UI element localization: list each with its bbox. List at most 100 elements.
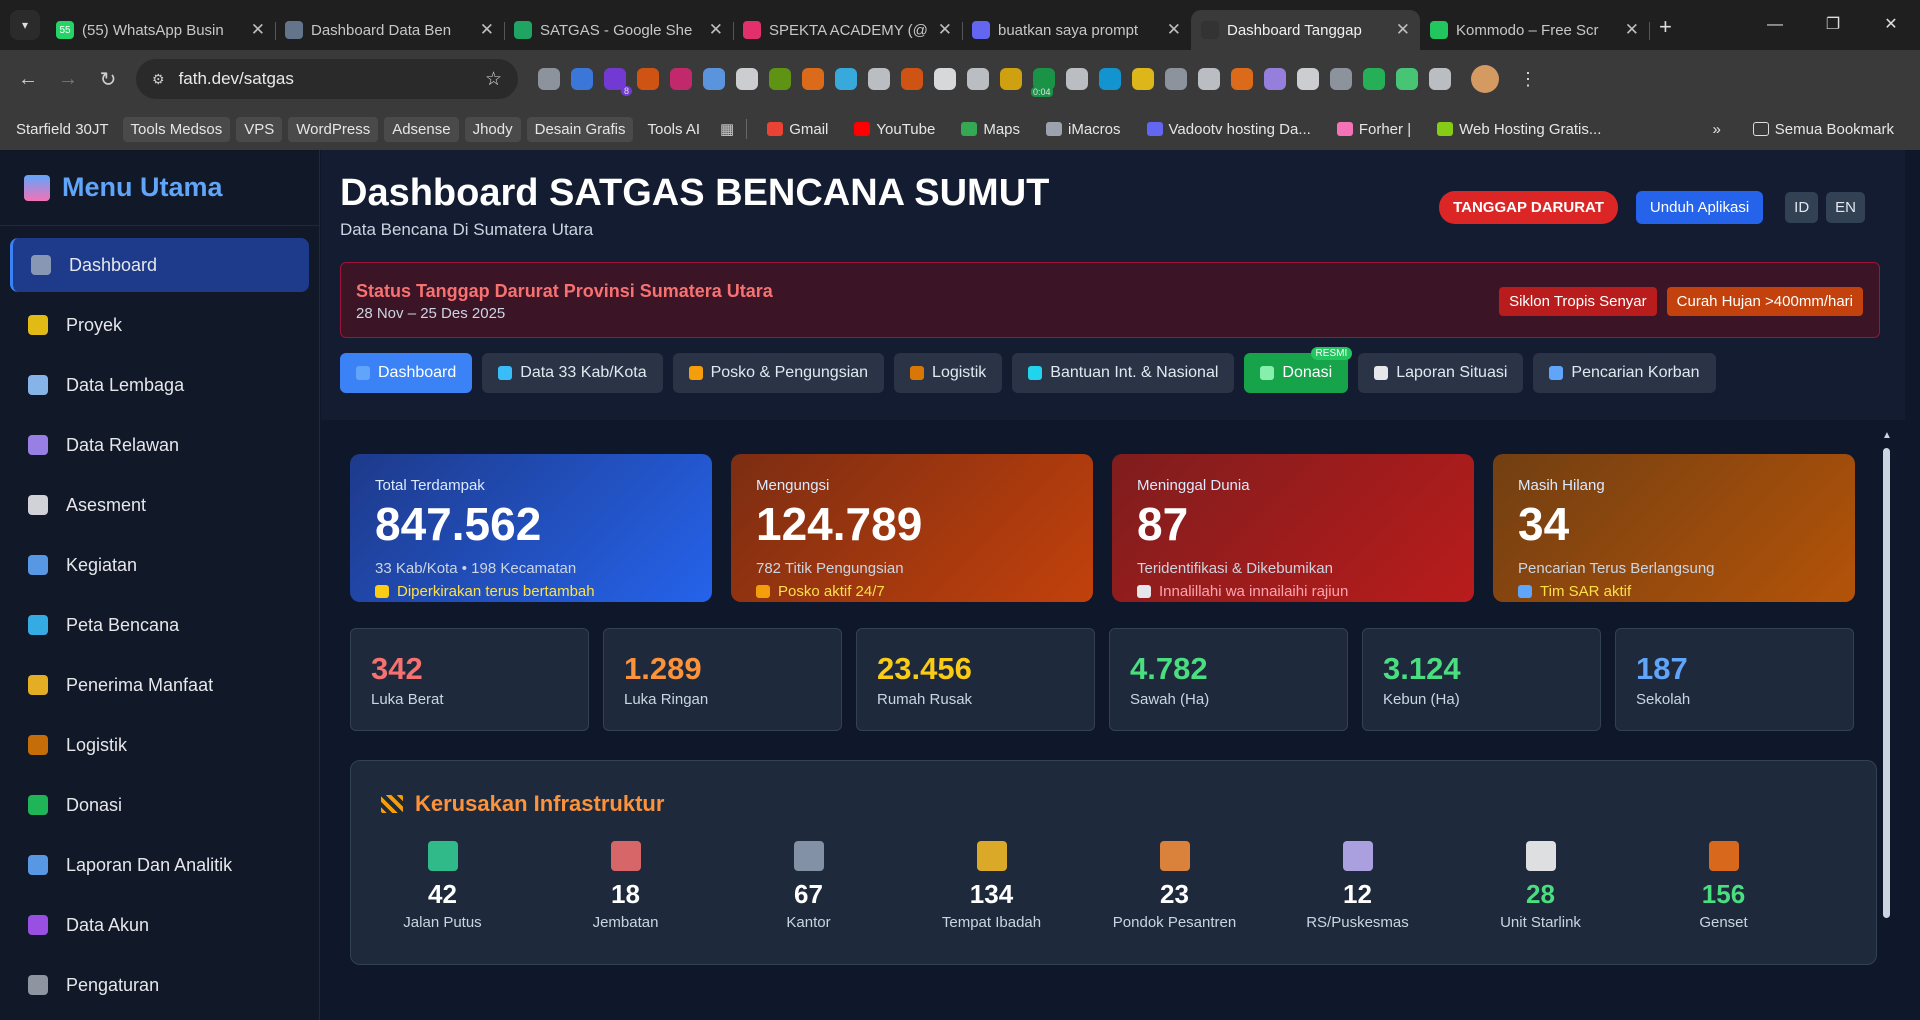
tab-pencarian-korban[interactable]: Pencarian Korban [1533, 353, 1716, 393]
browser-tab[interactable]: buatkan saya prompt ✕ [962, 10, 1191, 50]
tab-close-icon[interactable]: ✕ [938, 20, 952, 40]
sidebar-item-kegiatan[interactable]: Kegiatan [10, 538, 309, 592]
scroll-up-icon[interactable]: ▲ [1882, 430, 1892, 441]
sidebar-item-data-akun[interactable]: Data Akun [10, 898, 309, 952]
browser-tab[interactable]: SPEKTA ACADEMY (@ ✕ [733, 10, 963, 50]
extension-icon[interactable] [769, 68, 791, 90]
bookmark-link[interactable]: Gmail [759, 117, 836, 142]
bookmark-item[interactable]: VPS [236, 116, 283, 142]
emergency-button[interactable]: TANGGAP DARURAT [1439, 191, 1618, 224]
extension-icon[interactable] [1099, 68, 1121, 90]
bookmark-item[interactable]: Starfield 30JT [8, 117, 117, 142]
sidebar-item-donasi[interactable]: Donasi [10, 778, 309, 832]
bookmark-item[interactable]: Tools AI [639, 117, 708, 142]
extension-icon[interactable] [1330, 68, 1352, 90]
sidebar-item-logistik[interactable]: Logistik [10, 718, 309, 772]
extension-icon[interactable] [1264, 68, 1286, 90]
sidebar-item-penerima-manfaat[interactable]: Penerima Manfaat [10, 658, 309, 712]
reload-icon[interactable]: ↻ [88, 67, 128, 92]
bookmark-link[interactable]: Maps [953, 117, 1028, 142]
minimize-icon[interactable]: — [1746, 0, 1804, 50]
extension-icon[interactable] [835, 68, 857, 90]
browser-tab[interactable]: Dashboard Data Ben ✕ [275, 10, 505, 50]
extension-icon[interactable]: 8 [604, 68, 632, 96]
extension-icon[interactable] [802, 68, 824, 90]
sidebar-item-data-lembaga[interactable]: Data Lembaga [10, 358, 309, 412]
bookmark-item[interactable]: Jhody [464, 116, 521, 142]
extension-icon[interactable] [637, 68, 659, 90]
sidebar-item-peta-bencana[interactable]: Peta Bencana [10, 598, 309, 652]
browser-tab[interactable]: Dashboard Tanggap ✕ [1191, 10, 1420, 50]
sidebar-item-dashboard[interactable]: Dashboard [10, 238, 309, 292]
bookmark-item[interactable]: WordPress [288, 116, 379, 142]
apps-grid-icon[interactable]: ▦ [720, 120, 734, 138]
extension-icon[interactable] [703, 68, 725, 90]
bookmark-star-icon[interactable]: ☆ [485, 68, 502, 91]
bookmark-item[interactable]: Desain Grafis [526, 116, 634, 142]
tab-donasi[interactable]: Donasi RESMI [1244, 347, 1353, 393]
tab-posko-pengungsian[interactable]: Posko & Pengungsian [672, 353, 885, 393]
sidebar-item-laporan-dan-analitik[interactable]: Laporan Dan Analitik [10, 838, 309, 892]
extension-icon[interactable] [1231, 68, 1253, 90]
tab-logistik[interactable]: Logistik [894, 353, 1003, 393]
sidebar-item-asesment[interactable]: Asesment [10, 478, 309, 532]
restore-icon[interactable]: ❐ [1804, 0, 1862, 50]
extension-icon[interactable] [736, 68, 758, 90]
browser-tab[interactable]: 55 (55) WhatsApp Busin ✕ [46, 10, 276, 50]
extension-icon[interactable] [1066, 68, 1088, 90]
tab-close-icon[interactable]: ✕ [480, 20, 494, 40]
tab-close-icon[interactable]: ✕ [251, 20, 265, 40]
extension-icon[interactable] [1165, 68, 1187, 90]
bookmark-link[interactable]: Vadootv hosting Da... [1139, 117, 1319, 142]
tab-close-icon[interactable]: ✕ [1396, 20, 1410, 40]
forward-icon[interactable]: → [48, 68, 88, 91]
extension-icon[interactable] [967, 68, 989, 90]
extension-icon[interactable] [1297, 68, 1319, 90]
tab-dashboard[interactable]: Dashboard [340, 353, 473, 393]
close-window-icon[interactable]: ✕ [1862, 0, 1920, 50]
extension-icon[interactable] [901, 68, 923, 90]
profile-avatar[interactable] [1471, 65, 1499, 93]
more-bookmarks-icon[interactable]: » [1712, 121, 1720, 138]
back-icon[interactable]: ← [8, 68, 48, 91]
bookmark-item[interactable]: Tools Medsos [122, 116, 231, 142]
tab-laporan-situasi[interactable]: Laporan Situasi [1358, 353, 1524, 393]
tab-bantuan-int-nasional[interactable]: Bantuan Int. & Nasional [1012, 353, 1235, 393]
bookmark-item[interactable]: Adsense [384, 116, 459, 142]
extension-icon[interactable] [1396, 68, 1418, 90]
extension-icon[interactable] [868, 68, 890, 90]
content-scrollbar[interactable]: ▲ [1879, 426, 1893, 1020]
bookmark-link[interactable]: YouTube [846, 117, 943, 142]
bookmark-link[interactable]: Forher | [1329, 117, 1419, 142]
lang-en-button[interactable]: EN [1826, 192, 1865, 223]
extension-icon[interactable]: 0:04 [1031, 68, 1055, 97]
extension-icon[interactable] [1363, 68, 1385, 90]
address-bar[interactable]: ⚙ fath.dev/satgas ☆ [136, 59, 518, 99]
download-app-button[interactable]: Unduh Aplikasi [1635, 191, 1764, 224]
bookmark-link[interactable]: iMacros [1038, 117, 1129, 142]
extension-icon[interactable] [670, 68, 692, 90]
sidebar-item-proyek[interactable]: Proyek [10, 298, 309, 352]
sidebar-item-pengaturan[interactable]: Pengaturan [10, 958, 309, 1012]
tab-data-33-kab-kota[interactable]: Data 33 Kab/Kota [482, 353, 663, 393]
bookmark-link[interactable]: Web Hosting Gratis... [1429, 117, 1609, 142]
sidebar-item-data-relawan[interactable]: Data Relawan [10, 418, 309, 472]
scroll-thumb[interactable] [1883, 448, 1890, 918]
new-tab-button[interactable]: + [1659, 14, 1672, 40]
extension-icon[interactable] [1429, 68, 1451, 90]
browser-menu-icon[interactable]: ⋮ [1519, 69, 1537, 90]
tab-close-icon[interactable]: ✕ [1625, 20, 1639, 40]
extension-icon[interactable] [571, 68, 593, 90]
site-settings-icon[interactable]: ⚙ [152, 71, 165, 88]
tab-search-button[interactable]: ▾ [10, 10, 40, 40]
tab-close-icon[interactable]: ✕ [709, 20, 723, 40]
browser-tab[interactable]: SATGAS - Google She ✕ [504, 10, 734, 50]
tab-close-icon[interactable]: ✕ [1167, 20, 1181, 40]
extension-icon[interactable] [1000, 68, 1022, 90]
all-bookmarks-folder[interactable]: Semua Bookmark [1745, 117, 1902, 142]
browser-tab[interactable]: Kommodo – Free Scr ✕ [1420, 10, 1650, 50]
extension-icon[interactable] [538, 68, 560, 90]
extension-icon[interactable] [1198, 68, 1220, 90]
extension-icon[interactable] [934, 68, 956, 90]
extension-icon[interactable] [1132, 68, 1154, 90]
